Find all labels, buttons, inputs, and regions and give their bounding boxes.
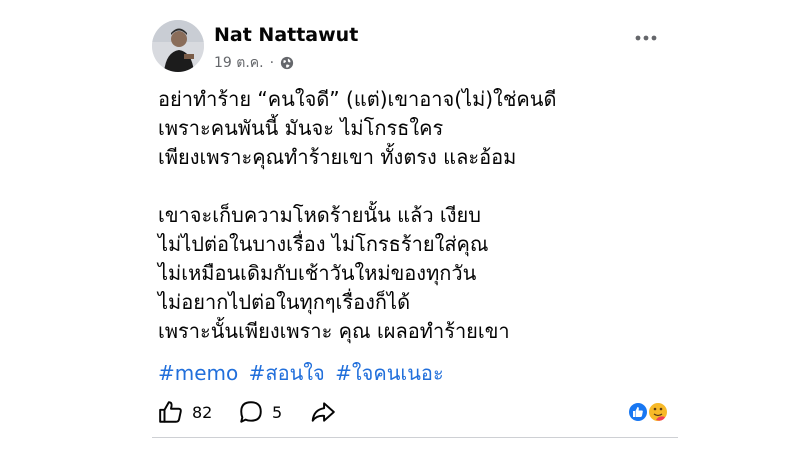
reaction-summary[interactable]: [626, 400, 672, 424]
like-button[interactable]: 82: [158, 396, 212, 428]
text-line: ไม่เหมือนเดิมกับเช้าวันใหม่ของทุกวัน: [158, 261, 477, 285]
comment-button[interactable]: 5: [238, 396, 282, 428]
comment-icon: [240, 401, 262, 423]
avatar-image: [152, 20, 204, 72]
hashtag-link[interactable]: #สอนใจ: [249, 361, 325, 385]
globe-icon[interactable]: [280, 56, 294, 70]
comment-count: 5: [272, 402, 283, 422]
reaction-icons: [627, 401, 669, 423]
text-line: เขาจะเก็บความโหดร้ายนั้น แล้ว เงียบ: [158, 203, 481, 227]
text-line: เพราะคนพันนี้ มันจะ ไม่โกรธใคร: [158, 116, 444, 140]
hashtags: #memo #สอนใจ #ใจคนเนอะ: [158, 357, 448, 389]
post-actions: 82 5: [158, 396, 680, 428]
divider: [152, 437, 678, 438]
post-header: Nat Nattawut 19 ต.ค. ·: [152, 20, 672, 80]
text-line: อย่าทำร้าย “คนใจดี” (แต่)เขาอาจ(ไม่)ใช่ค…: [158, 87, 557, 111]
post-body: อย่าทำร้าย “คนใจดี” (แต่)เขาอาจ(ไม่)ใช่ค…: [158, 85, 668, 375]
post-date[interactable]: 19 ต.ค.: [214, 52, 264, 74]
text-line: ไม่อยากไปต่อในทุกๆเรื่องก็ได้: [158, 290, 411, 314]
hashtag-link[interactable]: #memo: [158, 361, 238, 385]
paragraph: เขาจะเก็บความโหดร้ายนั้น แล้ว เงียบ ไม่ไ…: [158, 201, 668, 346]
care-reaction-icon: [647, 401, 669, 423]
paragraph: อย่าทำร้าย “คนใจดี” (แต่)เขาอาจ(ไม่)ใช่ค…: [158, 85, 668, 172]
hashtag-link[interactable]: #ใจคนเนอะ: [335, 361, 444, 385]
text-line: เพราะนั้นเพียงเพราะ คุณ เผลอทำร้ายเขา: [158, 319, 510, 343]
text-line: เพียงเพราะคุณทำร้ายเขา ทั้งตรง และอ้อม: [158, 145, 517, 169]
post-card: Nat Nattawut 19 ต.ค. · อย่าทำร้าย “คนใจด…: [140, 0, 680, 450]
more-options-icon[interactable]: [634, 26, 658, 50]
post-meta: 19 ต.ค. ·: [214, 52, 294, 74]
meta-separator: ·: [269, 55, 275, 71]
author-name[interactable]: Nat Nattawut: [214, 24, 358, 46]
share-icon: [311, 402, 335, 422]
thumbs-up-icon: [159, 401, 182, 423]
share-button[interactable]: [310, 396, 336, 428]
avatar[interactable]: [152, 20, 204, 72]
like-count: 82: [192, 402, 213, 422]
text-line: ไม่ไปต่อในบางเรื่อง ไม่โกรธร้ายใส่คุณ: [158, 232, 489, 256]
like-reaction-icon: [627, 401, 649, 423]
